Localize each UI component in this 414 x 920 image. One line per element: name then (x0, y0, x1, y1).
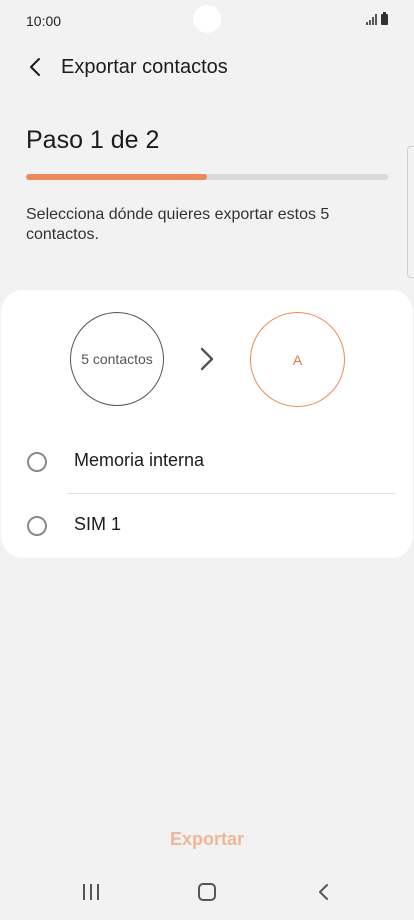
description-text: Selecciona dónde quieres exportar estos … (26, 206, 330, 243)
export-button[interactable]: Exportar (157, 822, 257, 856)
target-label: A (292, 351, 303, 368)
option-sim-1[interactable]: SIM 1 (1, 494, 413, 558)
scroll-indicator (407, 146, 414, 278)
status-bar: 10:00 (0, 0, 414, 44)
chevron-right-icon (195, 343, 219, 375)
progress-fill (26, 174, 207, 180)
battery-icon (381, 12, 388, 25)
status-time: 10:00 (26, 13, 62, 29)
option-label: SIM 1 (74, 514, 122, 534)
back-button[interactable] (20, 52, 50, 82)
chevron-left-icon (30, 58, 40, 76)
export-card: 5 contactos A Memoria interna SIM 1 (1, 290, 413, 558)
source-label: 5 contactos (81, 351, 153, 367)
signal-icon (366, 14, 377, 25)
page-title: Exportar contactos (61, 56, 228, 78)
recents-icon[interactable] (76, 880, 106, 904)
option-internal-memory[interactable]: Memoria interna (1, 430, 413, 494)
camera-cutout (193, 5, 221, 33)
radio-button[interactable] (27, 452, 47, 472)
progress-bar (26, 174, 388, 180)
step-title: Paso 1 de 2 (26, 126, 160, 154)
source-circle: 5 contactos (70, 312, 164, 406)
status-icons (366, 12, 388, 25)
navigation-bar (0, 866, 414, 920)
radio-button[interactable] (27, 516, 47, 536)
home-icon[interactable] (192, 880, 222, 904)
option-label: Memoria interna (74, 450, 205, 470)
target-circle: A (250, 312, 345, 407)
app-header: Exportar contactos (0, 48, 414, 88)
back-icon[interactable] (308, 880, 338, 904)
